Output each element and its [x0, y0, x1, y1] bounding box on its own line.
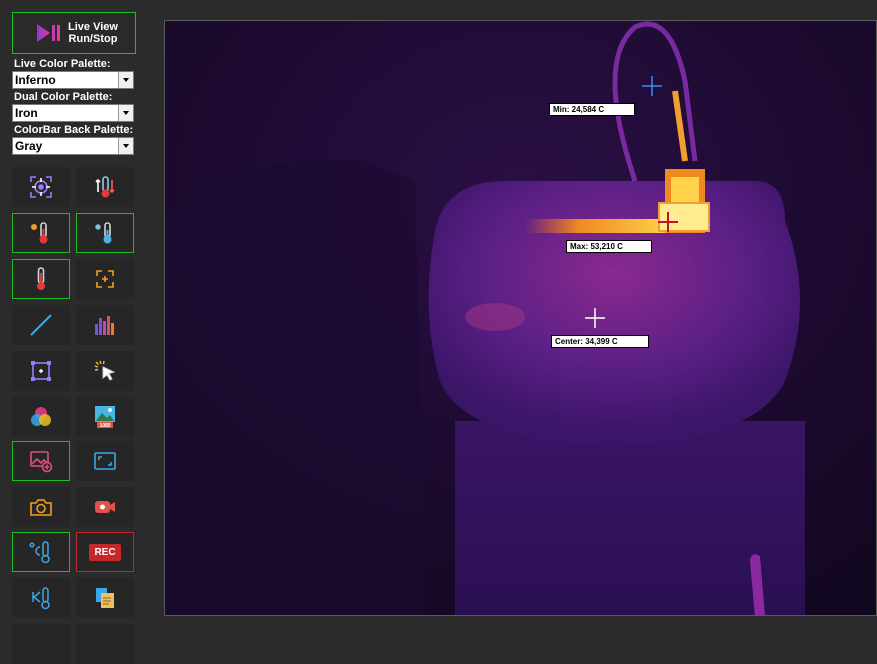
- area-measure-button[interactable]: [12, 351, 70, 391]
- target-focus-button[interactable]: [12, 167, 70, 207]
- color-palette-button[interactable]: [12, 397, 70, 437]
- live-view-label-line2: Run/Stop: [68, 33, 118, 45]
- chevron-down-icon[interactable]: [118, 72, 133, 88]
- dual-palette-value: Iron: [15, 106, 38, 120]
- dual-palette-select[interactable]: Iron: [12, 104, 134, 122]
- colorbar-palette-value: Gray: [15, 139, 43, 153]
- center-temp-readout: Center: 34,399 C: [551, 335, 649, 348]
- camera-button[interactable]: [12, 487, 70, 527]
- add-image-icon: [30, 451, 53, 473]
- video-record-button[interactable]: [76, 487, 134, 527]
- chevron-down-icon[interactable]: [118, 105, 133, 121]
- cursor-click-icon: [94, 360, 116, 381]
- live-palette-value: Inferno: [15, 73, 56, 87]
- video-record-icon: [95, 501, 115, 513]
- point-select-button[interactable]: [76, 259, 134, 299]
- play-pause-icon: [37, 24, 60, 42]
- add-image-button[interactable]: [12, 441, 70, 481]
- line-measure-button[interactable]: [12, 305, 70, 345]
- histogram-button[interactable]: [76, 305, 134, 345]
- file-export-button[interactable]: [76, 578, 134, 618]
- live-view-label: Live View Run/Stop: [65, 21, 121, 45]
- camera-icon: [30, 499, 52, 516]
- thermal-image: [165, 21, 876, 615]
- point-select-icon: [96, 270, 114, 288]
- rec-button[interactable]: REC: [76, 532, 134, 572]
- celsius-thermometer-icon: [29, 541, 50, 564]
- max-temp-button[interactable]: [12, 213, 70, 253]
- fullscreen-icon: [94, 452, 116, 470]
- thermometer-cold-icon: [95, 222, 112, 244]
- more-tool-button-1[interactable]: [12, 624, 70, 664]
- resolution-badge-text: 1080: [99, 423, 110, 429]
- gallery-button[interactable]: 1080: [76, 397, 134, 437]
- celsius-button[interactable]: [12, 532, 70, 572]
- max-temp-readout: Max: 53,210 C: [566, 240, 652, 253]
- cursor-click-button[interactable]: [76, 351, 134, 391]
- colorbar-palette-select[interactable]: Gray: [12, 137, 134, 155]
- more-tool-button-2[interactable]: [76, 624, 134, 664]
- min-temp-button[interactable]: [76, 213, 134, 253]
- min-temp-readout: Min: 24,584 C: [549, 103, 635, 116]
- live-view-label-line1: Live View: [68, 21, 118, 33]
- gallery-icon: 1080: [95, 406, 115, 429]
- line-measure-icon: [30, 314, 52, 336]
- colorbar-palette-label: ColorBar Back Palette:: [14, 124, 134, 136]
- histogram-icon: [95, 316, 114, 335]
- live-palette-select[interactable]: Inferno: [12, 71, 134, 89]
- target-focus-icon: [30, 176, 52, 198]
- thermometer-button[interactable]: [12, 259, 70, 299]
- thermal-view[interactable]: Min: 24,584 C Max: 53,210 C Center: 34,3…: [164, 20, 877, 616]
- thermometer-swap-button[interactable]: [76, 167, 134, 207]
- area-measure-icon: [31, 361, 51, 381]
- thermometer-icon: [37, 267, 45, 290]
- rec-icon: REC: [89, 543, 121, 561]
- chevron-down-icon[interactable]: [118, 138, 133, 154]
- thermometer-hot-icon: [30, 222, 48, 244]
- dual-palette-label: Dual Color Palette:: [14, 91, 113, 103]
- thermometer-swap-icon: [95, 176, 115, 198]
- fullscreen-button[interactable]: [76, 441, 134, 481]
- live-palette-label: Live Color Palette:: [14, 58, 111, 70]
- file-export-icon: [96, 588, 114, 608]
- sidebar: Live View Run/Stop Live Color Palette: I…: [0, 0, 150, 664]
- kelvin-thermometer-icon: [32, 587, 50, 610]
- live-view-button[interactable]: Live View Run/Stop: [12, 12, 136, 54]
- color-palette-icon: [31, 407, 51, 426]
- kelvin-button[interactable]: [12, 578, 70, 618]
